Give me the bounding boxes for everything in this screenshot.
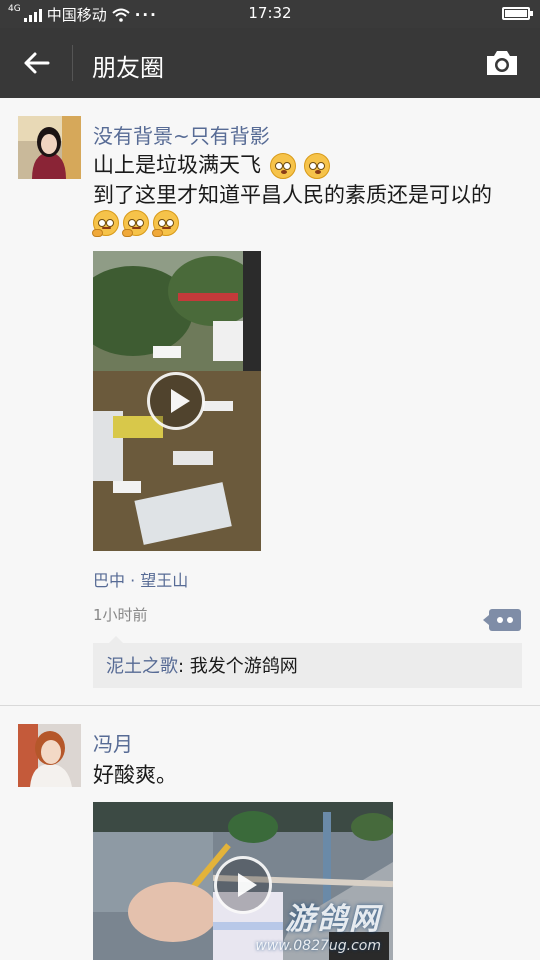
thinking-emoji-icon — [152, 210, 179, 237]
post-username[interactable]: 没有背景~只有背影 — [93, 120, 270, 149]
comment-author[interactable]: 泥土之歌 — [106, 656, 178, 677]
back-button[interactable] — [14, 45, 58, 81]
post-text-line: 到了这里才知道平昌人民的素质还是可以的 — [93, 183, 492, 207]
flushed-emoji-icon — [269, 153, 296, 179]
moments-feed: 没有背景~只有背影 山上是垃圾满天飞 到了这里才知道平昌人民的素质还是可以的 巴… — [0, 98, 540, 960]
status-time: 17:32 — [248, 4, 292, 22]
location-link[interactable]: 巴中 · 望王山 — [93, 567, 188, 591]
status-bar: 4G 中国移动 ··· 17:32 — [0, 0, 540, 28]
video-thumbnail[interactable] — [93, 251, 261, 551]
post-username[interactable]: 冯月 — [93, 728, 133, 757]
flushed-emoji-icon — [304, 153, 331, 179]
battery-level — [505, 10, 527, 17]
avatar[interactable] — [18, 116, 81, 179]
comment-text: 我发个游鸽网 — [189, 656, 298, 677]
moment-post: 没有背景~只有背影 山上是垃圾满天飞 到了这里才知道平昌人民的素质还是可以的 巴… — [0, 98, 540, 706]
nav-divider — [72, 45, 73, 81]
comment-separator: : — [178, 656, 190, 677]
page-title: 朋友圈 — [92, 54, 164, 82]
emoji-row — [92, 210, 179, 237]
watermark-title: 游鸽网 — [285, 902, 381, 937]
post-text: 好酸爽。 — [93, 763, 177, 787]
camera-icon — [487, 51, 517, 75]
avatar[interactable] — [18, 724, 81, 787]
play-icon — [147, 372, 205, 430]
video-thumbnail[interactable]: 游鸽网 www.0827ug.com — [93, 802, 393, 960]
comments-box: 泥土之歌: 我发个游鸽网 — [93, 636, 522, 688]
comment[interactable]: 泥土之歌: 我发个游鸽网 — [106, 652, 509, 678]
post-text-line: 山上是垃圾满天飞 — [93, 150, 331, 181]
arrow-left-icon — [24, 52, 50, 74]
comment-button[interactable] — [483, 609, 521, 631]
moment-post: 冯月 好酸爽。 游鸽网 www.0827ug.com — [0, 706, 540, 960]
watermark-url: www.0827ug.com — [255, 938, 381, 954]
watermark: 游鸽网 www.0827ug.com — [255, 894, 381, 954]
camera-button[interactable] — [484, 48, 520, 78]
nav-bar: 朋友圈 — [0, 28, 540, 98]
post-text: 山上是垃圾满天飞 — [93, 153, 261, 177]
thinking-emoji-icon — [122, 210, 149, 237]
post-timestamp: 1小时前 — [93, 606, 148, 624]
thinking-emoji-icon — [92, 210, 119, 237]
battery-icon — [502, 7, 533, 20]
